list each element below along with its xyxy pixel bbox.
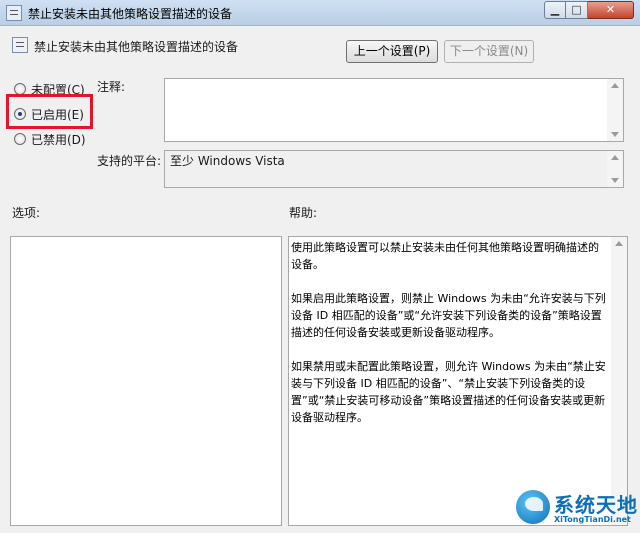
policy-setting-icon (12, 37, 28, 53)
next-setting-button[interactable]: 下一个设置(N) (444, 40, 534, 63)
watermark-logo-icon (516, 490, 550, 524)
watermark: 系统天地 XiTongTianDi.net (512, 486, 638, 530)
title-bar: 禁止安装未由其他策略设置描述的设备 ▁ □ ✕ (0, 0, 640, 26)
watermark-name: 系统天地 (554, 493, 638, 517)
platform-value: 至少 Windows Vista (170, 154, 285, 168)
previous-setting-button[interactable]: 上一个设置(P) (346, 40, 438, 63)
help-paragraph: 如果禁用或未配置此策略设置，则允许 Windows 为未由“禁止安装与下列设备 … (291, 360, 606, 424)
help-panel: 使用此策略设置可以禁止安装未由任何其他策略设置明确描述的设备。 如果启用此策略设… (288, 236, 628, 526)
help-paragraph: 如果启用此策略设置，则禁止 Windows 为未由“允许安装与下列设备 ID 相… (291, 292, 606, 339)
help-label: 帮助: (289, 206, 318, 220)
platform-field: 至少 Windows Vista (164, 150, 624, 188)
platform-scrollbar[interactable] (607, 151, 623, 187)
scroll-up-icon[interactable] (611, 83, 619, 88)
help-text: 使用此策略设置可以禁止安装未由任何其他策略设置明确描述的设备。 如果启用此策略设… (291, 239, 607, 443)
scroll-down-icon[interactable] (611, 178, 619, 183)
setting-title: 禁止安装未由其他策略设置描述的设备 (34, 40, 239, 54)
scroll-down-icon[interactable] (611, 132, 619, 137)
comment-textarea[interactable] (164, 78, 624, 142)
minimize-button[interactable]: ▁ (544, 1, 566, 19)
policy-window-icon (6, 5, 22, 21)
scroll-up-icon[interactable] (611, 155, 619, 160)
scroll-up-icon[interactable] (615, 241, 623, 246)
comment-scrollbar[interactable] (607, 79, 623, 141)
radio-label-disabled: 已禁用(D) (31, 133, 86, 147)
options-label: 选项: (12, 206, 41, 220)
platform-label: 支持的平台: (97, 154, 162, 168)
help-scrollbar[interactable] (611, 237, 627, 525)
options-panel (10, 236, 282, 526)
comment-label: 注释: (97, 80, 126, 94)
highlight-annotation-box (6, 94, 93, 129)
help-paragraph: 使用此策略设置可以禁止安装未由任何其他策略设置明确描述的设备。 (291, 241, 599, 271)
window-title: 禁止安装未由其他策略设置描述的设备 (28, 7, 233, 21)
maximize-button[interactable]: □ (566, 1, 588, 19)
watermark-url: XiTongTianDi.net (554, 515, 631, 524)
close-button[interactable]: ✕ (588, 1, 634, 19)
radio-circle[interactable] (14, 133, 26, 145)
